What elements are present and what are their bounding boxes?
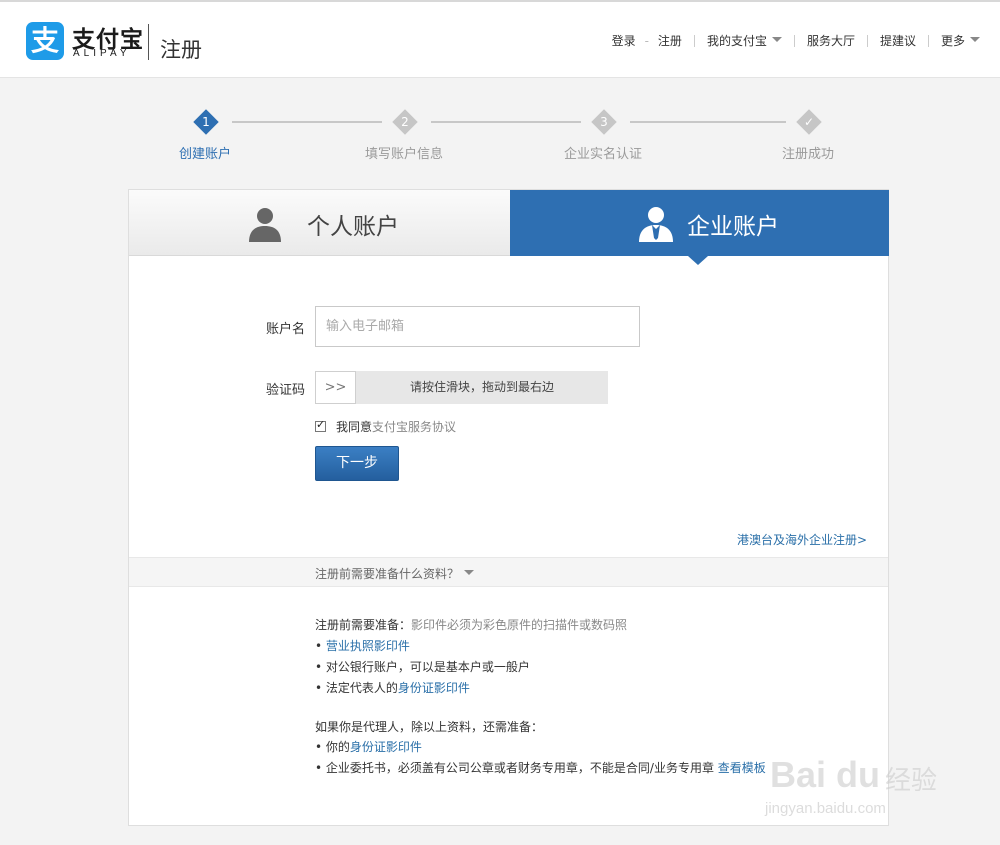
email-input[interactable] bbox=[315, 306, 640, 347]
tab-enterprise-account[interactable]: 企业账户 bbox=[510, 190, 889, 256]
tab-personal-label: 个人账户 bbox=[307, 214, 399, 240]
register-card: 个人账户 企业账户 账户名 验证码 >> 请按住滑块，拖动到最右边 我同意 支付… bbox=[128, 189, 889, 826]
bullet: • bbox=[315, 639, 326, 653]
step-label-success: 注册成功 bbox=[782, 147, 835, 162]
prep-title-row: 注册前需要准备：影印件必须为彩色原件的扫描件或数码照 bbox=[315, 616, 627, 633]
suggestion-link[interactable]: 提建议 bbox=[880, 32, 916, 49]
item-text: 法定代表人的 bbox=[325, 681, 398, 695]
faq-question: 注册前需要准备什么资料？ bbox=[315, 567, 460, 581]
tab-personal-account[interactable]: 个人账户 bbox=[129, 190, 510, 256]
list-item: • 营业执照影印件 bbox=[315, 637, 410, 654]
chevron-down-icon bbox=[464, 570, 475, 575]
step-connector bbox=[431, 121, 581, 123]
step-connector bbox=[630, 121, 786, 123]
progress-steps: 1 2 3 ✓ 创建账户 填写账户信息 企业实名认证 注册成功 bbox=[0, 105, 1000, 165]
captcha-label: 验证码 bbox=[265, 383, 305, 398]
nav-separator: - bbox=[644, 33, 649, 48]
step-number: 1 bbox=[202, 115, 210, 129]
step-connector bbox=[232, 121, 382, 123]
step-number: 3 bbox=[600, 115, 608, 129]
agent-id-card-link[interactable]: 身份证影印件 bbox=[350, 740, 422, 754]
top-nav: 登录 - 注册 我的支付宝 服务大厅 提建议 更多 bbox=[612, 32, 980, 49]
agree-text: 我同意 bbox=[336, 420, 373, 434]
step-2-marker: 2 bbox=[392, 109, 418, 135]
watermark-product: 经验 bbox=[885, 766, 938, 796]
chevron-down-icon bbox=[771, 37, 782, 42]
more-menu[interactable]: 更多 bbox=[941, 32, 980, 49]
slider-hint: 请按住滑块，拖动到最右边 bbox=[409, 380, 554, 394]
step-label-create-account: 创建账户 bbox=[179, 147, 232, 162]
logo-subtext: ALIPAY bbox=[73, 48, 131, 59]
user-icon bbox=[249, 208, 281, 242]
baidu-jingyan-watermark: Bai du 经验 jingyan.baidu.com bbox=[765, 740, 975, 830]
faq-toggle[interactable]: 注册前需要准备什么资料？ bbox=[129, 557, 888, 587]
list-item: • 你的身份证影印件 bbox=[315, 738, 422, 755]
watermark-brand: Bai du bbox=[770, 754, 881, 795]
slider-captcha[interactable]: >> 请按住滑块，拖动到最右边 bbox=[315, 371, 608, 404]
business-license-link[interactable]: 营业执照影印件 bbox=[326, 639, 410, 653]
step-4-marker: ✓ bbox=[796, 109, 822, 135]
agreement-row: 我同意 支付宝服务协议 bbox=[315, 418, 456, 435]
account-name-label: 账户名 bbox=[265, 322, 305, 337]
step-3-marker: 3 bbox=[591, 109, 617, 135]
item-text: 对公银行账户，可以是基本户或一般户 bbox=[325, 660, 530, 674]
service-hall-link[interactable]: 服务大厅 bbox=[807, 32, 855, 49]
id-card-link[interactable]: 身份证影印件 bbox=[398, 681, 470, 695]
nav-divider bbox=[866, 34, 868, 47]
slider-handle[interactable]: >> bbox=[315, 371, 356, 404]
my-alipay-menu[interactable]: 我的支付宝 bbox=[707, 32, 782, 49]
step-label-verify: 企业实名认证 bbox=[564, 147, 643, 162]
service-agreement-link[interactable]: 支付宝服务协议 bbox=[372, 418, 456, 435]
chevron-down-icon bbox=[970, 37, 980, 42]
step-1-marker: 1 bbox=[193, 109, 219, 135]
prep-title: 注册前需要准备： bbox=[315, 618, 412, 632]
business-user-icon bbox=[639, 207, 673, 242]
nav-divider bbox=[793, 34, 795, 47]
prep-note: 影印件必须为彩色原件的扫描件或数码照 bbox=[411, 618, 628, 632]
active-tab-pointer bbox=[688, 256, 708, 265]
item-text: 你的 bbox=[325, 740, 350, 754]
checkmark-icon: ✓ bbox=[803, 115, 815, 129]
list-item: • 法定代表人的身份证影印件 bbox=[315, 679, 470, 696]
step-number: 2 bbox=[401, 115, 409, 129]
browser-edge bbox=[0, 0, 1000, 2]
view-template-link[interactable]: 查看模板 bbox=[718, 761, 766, 775]
step-label-fill-info: 填写账户信息 bbox=[365, 147, 444, 162]
overseas-register-link[interactable]: 港澳台及海外企业注册> bbox=[737, 531, 867, 548]
site-header: 支 支付宝 ALIPAY 注册 登录 - 注册 我的支付宝 服务大厅 提建议 更… bbox=[0, 0, 1000, 78]
next-step-button[interactable]: 下一步 bbox=[315, 446, 399, 481]
agree-checkbox[interactable] bbox=[315, 418, 326, 432]
nav-divider bbox=[693, 34, 695, 47]
item-text: 企业委托书，必须盖有公司公章或者财务专用章，不能是合同/业务专用章 bbox=[325, 761, 718, 775]
agent-title: 如果你是代理人，除以上资料，还需准备： bbox=[315, 720, 544, 734]
bullet: • bbox=[315, 681, 326, 695]
more-label: 更多 bbox=[940, 34, 965, 48]
list-item: • 企业委托书，必须盖有公司公章或者财务专用章，不能是合同/业务专用章 查看模板 bbox=[315, 759, 766, 776]
page-title: 注册 bbox=[160, 38, 202, 62]
nav-divider bbox=[927, 34, 929, 47]
register-link[interactable]: 注册 bbox=[658, 32, 682, 49]
login-link[interactable]: 登录 bbox=[612, 32, 636, 49]
alipay-logo-icon[interactable]: 支 bbox=[26, 22, 64, 60]
tab-enterprise-label: 企业账户 bbox=[687, 214, 779, 240]
bullet: • bbox=[315, 740, 326, 754]
logo-divider bbox=[148, 24, 149, 60]
bullet: • bbox=[315, 660, 326, 674]
my-alipay-label: 我的支付宝 bbox=[706, 34, 767, 48]
list-item: • 对公银行账户，可以是基本户或一般户 bbox=[315, 658, 530, 675]
watermark-url: jingyan.baidu.com bbox=[765, 800, 886, 817]
bullet: • bbox=[315, 761, 326, 775]
